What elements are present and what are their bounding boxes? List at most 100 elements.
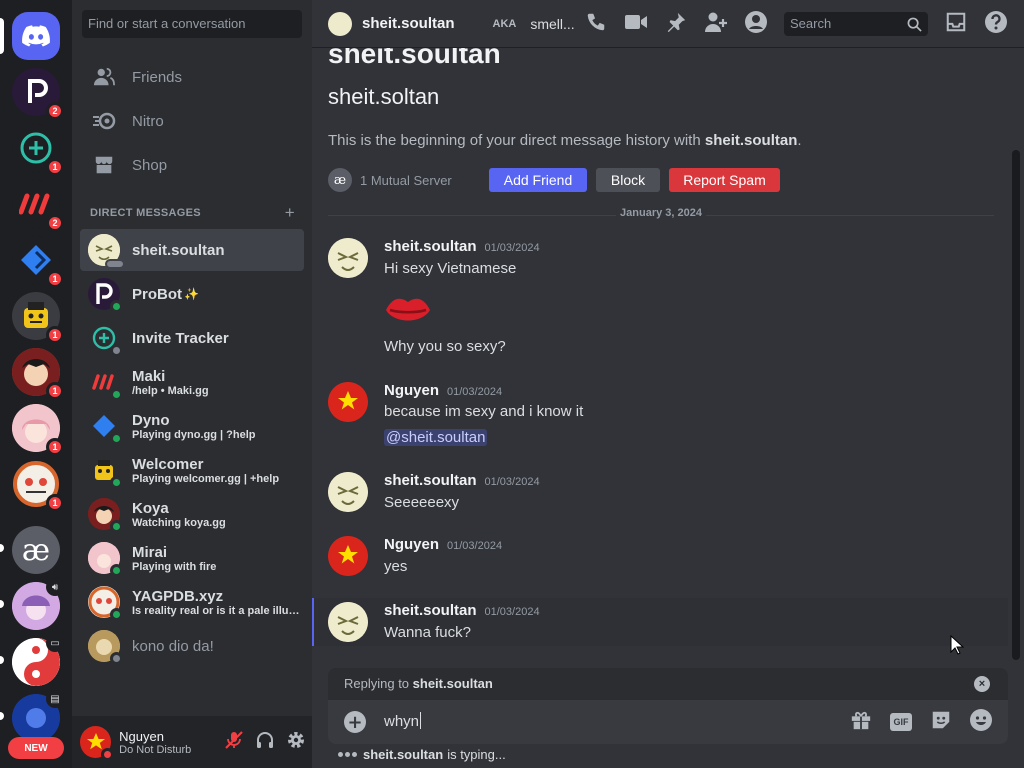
message[interactable]: sheit.soultan 01/03/2024 Seeeeeexy	[312, 466, 1008, 520]
dm-name: Koya	[132, 499, 169, 517]
video-call-button[interactable]	[624, 12, 648, 36]
dm-item-yagpdb[interactable]: YAGPDB.xyz Is reality real or is it a pal…	[80, 581, 304, 623]
nav-label: Friends	[132, 68, 183, 86]
discord-window: 2 1 2 1 1 1 1 1 æ 🔊︎ ▭ ▤ NEW Find or sta…	[0, 0, 1024, 768]
upload-plus-icon[interactable]: +	[344, 711, 366, 733]
nav-friends[interactable]: Friends	[80, 56, 304, 98]
block-button[interactable]: Block	[596, 168, 660, 192]
mute-button[interactable]	[219, 726, 250, 758]
dm-item-welcomer[interactable]: Welcomer Playing welcomer.gg | +help	[80, 449, 304, 491]
user-settings-button[interactable]	[281, 726, 312, 758]
dm-item-sheit-soultan[interactable]: sheit.soultan	[80, 229, 304, 271]
message-avatar[interactable]	[328, 238, 368, 278]
user-profile-button[interactable]	[744, 10, 768, 38]
message-avatar[interactable]	[328, 382, 368, 422]
message-avatar[interactable]	[328, 602, 368, 642]
user-avatar[interactable]	[80, 726, 115, 761]
report-spam-button[interactable]: Report Spam	[669, 168, 780, 192]
ae-server-icon: æ	[12, 526, 60, 574]
message-author[interactable]: sheit.soultan	[384, 472, 477, 489]
message-avatar[interactable]	[328, 536, 368, 576]
dm-name: Mirai	[132, 543, 168, 561]
help-icon	[984, 10, 1008, 38]
message[interactable]: sheit.soultan 01/03/2024 Hi sexy Vietname…	[312, 232, 1008, 364]
voice-call-button[interactable]	[584, 12, 608, 36]
gif-button[interactable]: GIF	[889, 710, 913, 734]
dm-item-koya[interactable]: Koya Watching koya.gg	[80, 493, 304, 535]
message-avatar[interactable]	[328, 472, 368, 512]
server-koya[interactable]: 1	[12, 348, 64, 400]
inbox-icon	[945, 11, 967, 37]
text-caret	[420, 712, 422, 729]
message-author[interactable]: Nguyen	[384, 382, 439, 399]
message-author[interactable]: Nguyen	[384, 536, 439, 553]
headphones-icon	[255, 730, 275, 754]
video-camera-icon	[624, 13, 648, 35]
server-welcomer[interactable]: 1	[12, 292, 64, 344]
typing-user: sheit.soultan	[363, 747, 444, 762]
dm-name: sheit.soultan	[132, 241, 225, 259]
message-timestamp: 01/03/2024	[484, 476, 540, 488]
server-blue[interactable]: ▤	[12, 690, 64, 742]
gif-icon: GIF	[890, 713, 912, 731]
unread-badge: 1	[46, 326, 64, 344]
server-probot[interactable]: 2	[12, 68, 64, 120]
user-mention[interactable]: @sheit.soultan	[384, 429, 488, 446]
server-yin-yang[interactable]: ▭	[12, 634, 64, 686]
home-button[interactable]	[12, 12, 60, 60]
message-composer[interactable]: + whyn GIF	[328, 700, 1008, 744]
server-mirai[interactable]: 1	[12, 404, 64, 456]
add-friends-to-dm-button[interactable]	[704, 12, 728, 36]
aka-names[interactable]: smell...	[530, 16, 574, 32]
mutual-servers-link[interactable]: æ 1 Mutual Server	[328, 168, 452, 192]
server-anime[interactable]: 🔊︎	[12, 578, 64, 630]
dm-item-probot[interactable]: ProBot ✨	[80, 273, 304, 315]
server-dyno[interactable]: 1	[12, 236, 64, 288]
server-yagpdb[interactable]: 1	[12, 460, 64, 512]
create-dm-plus-icon[interactable]: +	[285, 203, 295, 223]
avatar	[88, 410, 123, 445]
dm-item-invite-tracker[interactable]: Invite Tracker	[80, 317, 304, 359]
cancel-reply-close-icon[interactable]: ×	[974, 676, 990, 692]
search-input[interactable]: Search	[784, 12, 928, 36]
message-text: Hi sexy Vietnamese	[384, 260, 517, 277]
dm-item-dyno[interactable]: Dyno Playing dyno.gg | ?help	[80, 405, 304, 447]
status-online	[110, 564, 123, 577]
deafen-button[interactable]	[250, 726, 281, 758]
message[interactable]: Nguyen 01/03/2024 because im sexy and i k…	[312, 376, 1008, 452]
message-text: because im sexy and i know it	[384, 403, 584, 420]
message-input[interactable]: whyn	[384, 712, 422, 730]
dm-item-kono-dio-da[interactable]: kono dio da!	[80, 625, 304, 667]
message[interactable]: Nguyen 01/03/2024 yes	[312, 532, 1008, 586]
pin-icon	[665, 11, 687, 37]
inbox-button[interactable]	[944, 12, 968, 36]
smiley-emoji-icon	[969, 708, 993, 736]
status-online	[110, 608, 123, 621]
dm-item-mirai[interactable]: Mirai Playing with fire	[80, 537, 304, 579]
pinned-messages-button[interactable]	[664, 12, 688, 36]
server-maki[interactable]: 2	[12, 180, 64, 232]
unread-pill	[0, 600, 4, 608]
add-friend-button[interactable]: Add Friend	[489, 168, 587, 192]
screen-icon: ▭	[46, 634, 64, 652]
dm-item-maki[interactable]: Maki/help • Maki.gg	[80, 361, 304, 403]
gift-button[interactable]	[849, 710, 873, 734]
nav-nitro[interactable]: Nitro	[80, 100, 304, 142]
nav-shop[interactable]: Shop	[80, 144, 304, 186]
server-invite-tracker[interactable]: 1	[12, 124, 64, 176]
scrollbar[interactable]	[1012, 150, 1020, 660]
avatar	[88, 586, 123, 621]
user-name: Nguyen	[119, 728, 164, 744]
server-ae[interactable]: æ	[12, 526, 60, 574]
message-author[interactable]: sheit.soultan	[384, 602, 477, 619]
find-conversation-button[interactable]: Find or start a conversation	[82, 10, 302, 38]
user-profile-icon	[744, 10, 768, 38]
avatar	[88, 278, 123, 313]
new-badge[interactable]: NEW	[8, 737, 64, 759]
message-reply-target[interactable]: sheit.soultan 01/03/2024 Wanna fuck?	[312, 598, 1008, 646]
emoji-button[interactable]	[969, 708, 993, 736]
status-online	[110, 300, 123, 313]
sticker-button[interactable]	[929, 710, 953, 734]
message-author[interactable]: sheit.soultan	[384, 238, 477, 255]
help-button[interactable]	[984, 10, 1008, 38]
